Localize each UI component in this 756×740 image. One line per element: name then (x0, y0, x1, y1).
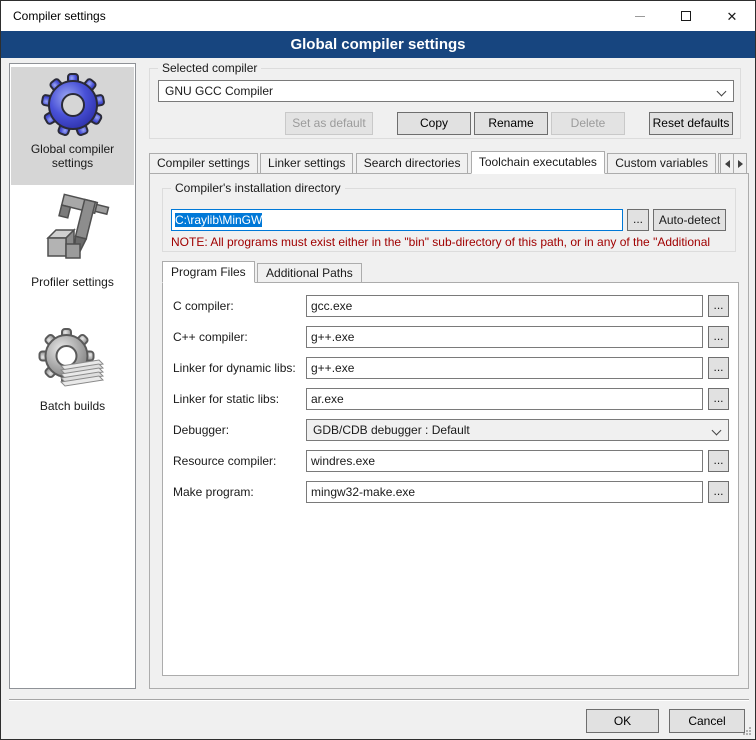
tab-scroll-left-button[interactable] (720, 153, 734, 174)
arrow-right-icon (738, 160, 743, 168)
caliper-icon (36, 192, 110, 270)
static-linker-row: Linker for static libs: ... (163, 388, 738, 410)
compiler-select[interactable]: GNU GCC Compiler (158, 80, 734, 102)
static-linker-browse-button[interactable]: ... (708, 388, 729, 410)
tab-search-directories[interactable]: Search directories (356, 153, 469, 174)
tab-scroll-buttons (721, 153, 747, 174)
close-icon: ✕ (727, 10, 738, 23)
sidebar-item-label: Batch builds (11, 399, 134, 413)
title-bar[interactable]: Compiler settings ✕ (1, 1, 755, 31)
reset-defaults-button[interactable]: Reset defaults (649, 112, 733, 135)
make-program-row: Make program: ... (163, 481, 738, 503)
tab-scroll-right-button[interactable] (733, 153, 747, 174)
debugger-row: Debugger: GDB/CDB debugger : Default (163, 419, 738, 441)
install-dir-selected-text: C:\raylib\MinGW (175, 213, 262, 227)
copy-button[interactable]: Copy (397, 112, 471, 135)
selected-compiler-group: Selected compiler GNU GCC Compiler Set a… (149, 68, 741, 139)
gear-stack-icon (37, 326, 109, 394)
settings-category-list: Global compiler settings (9, 63, 136, 689)
install-dir-input[interactable]: C:\raylib\MinGW (171, 209, 623, 231)
installation-directory-group: Compiler's installation directory C:\ray… (162, 188, 736, 252)
c-compiler-label: C compiler: (173, 295, 305, 317)
resource-compiler-row: Resource compiler: ... (163, 450, 738, 472)
subtab-program-files[interactable]: Program Files (162, 261, 255, 283)
dynamic-linker-input[interactable] (306, 357, 703, 379)
static-linker-input[interactable] (306, 388, 703, 410)
cpp-compiler-row: C++ compiler: ... (163, 326, 738, 348)
dynamic-linker-label: Linker for dynamic libs: (173, 357, 305, 379)
banner-title: Global compiler settings (290, 36, 465, 53)
make-program-input[interactable] (306, 481, 703, 503)
resource-compiler-input[interactable] (306, 450, 703, 472)
program-files-panel: C compiler: ... C++ compiler: ... Linker… (162, 282, 739, 676)
minimize-icon (635, 16, 645, 17)
gear-blue-icon (41, 73, 105, 137)
compiler-settings-dialog: Compiler settings ✕ Global compiler sett… (0, 0, 756, 740)
sidebar-item-global-compiler-settings[interactable]: Global compiler settings (11, 67, 134, 185)
selected-compiler-group-label: Selected compiler (158, 61, 261, 75)
sidebar-item-profiler-settings[interactable]: Profiler settings (11, 188, 134, 298)
arrow-left-icon (725, 160, 730, 168)
window-title: Compiler settings (1, 9, 617, 23)
dynamic-linker-row: Linker for dynamic libs: ... (163, 357, 738, 379)
static-linker-label: Linker for static libs: (173, 388, 305, 410)
tab-compiler-settings[interactable]: Compiler settings (149, 153, 258, 174)
tab-custom-variables[interactable]: Custom variables (607, 153, 716, 174)
c-compiler-input[interactable] (306, 295, 703, 317)
resize-grip[interactable] (742, 726, 751, 735)
resource-compiler-browse-button[interactable]: ... (708, 450, 729, 472)
ok-button[interactable]: OK (586, 709, 659, 733)
cpp-compiler-input[interactable] (306, 326, 703, 348)
maximize-button[interactable] (663, 1, 709, 31)
installation-directory-group-label: Compiler's installation directory (171, 181, 345, 195)
make-program-browse-button[interactable]: ... (708, 481, 729, 503)
toolchain-executables-panel: Compiler's installation directory C:\ray… (149, 173, 749, 689)
minimize-button[interactable] (617, 1, 663, 31)
make-program-label: Make program: (173, 481, 305, 503)
dynamic-linker-browse-button[interactable]: ... (708, 357, 729, 379)
cancel-button[interactable]: Cancel (669, 709, 745, 733)
sidebar-item-label: Profiler settings (11, 275, 134, 289)
sidebar-item-batch-builds[interactable]: Batch builds (11, 322, 134, 422)
set-as-default-button[interactable]: Set as default (285, 112, 373, 135)
cpp-compiler-browse-button[interactable]: ... (708, 326, 729, 348)
delete-button[interactable]: Delete (551, 112, 625, 135)
close-button[interactable]: ✕ (709, 1, 755, 31)
maximize-icon (681, 11, 691, 21)
tab-linker-settings[interactable]: Linker settings (260, 153, 353, 174)
browse-install-dir-button[interactable]: ... (627, 209, 649, 231)
debugger-select[interactable]: GDB/CDB debugger : Default (306, 419, 729, 441)
resource-compiler-label: Resource compiler: (173, 450, 305, 472)
rename-button[interactable]: Rename (474, 112, 548, 135)
debugger-select-value: GDB/CDB debugger : Default (313, 423, 470, 437)
toolchain-subtab-strip: Program Files Additional Paths (162, 261, 361, 283)
c-compiler-row: C compiler: ... (163, 295, 738, 317)
tab-toolchain-executables[interactable]: Toolchain executables (471, 151, 605, 174)
debugger-label: Debugger: (173, 419, 305, 441)
subtab-additional-paths[interactable]: Additional Paths (257, 263, 362, 283)
footer-separator (9, 699, 749, 701)
cpp-compiler-label: C++ compiler: (173, 326, 305, 348)
bin-subdirectory-note: NOTE: All programs must exist either in … (171, 235, 731, 249)
auto-detect-button[interactable]: Auto-detect (653, 209, 726, 231)
settings-tab-strip: Compiler settings Linker settings Search… (149, 151, 721, 174)
c-compiler-browse-button[interactable]: ... (708, 295, 729, 317)
sidebar-item-label: Global compiler settings (28, 142, 118, 170)
chevron-down-icon (712, 426, 722, 436)
compiler-select-value: GNU GCC Compiler (165, 84, 273, 98)
chevron-down-icon (717, 87, 727, 97)
dialog-banner: Global compiler settings (1, 31, 755, 58)
